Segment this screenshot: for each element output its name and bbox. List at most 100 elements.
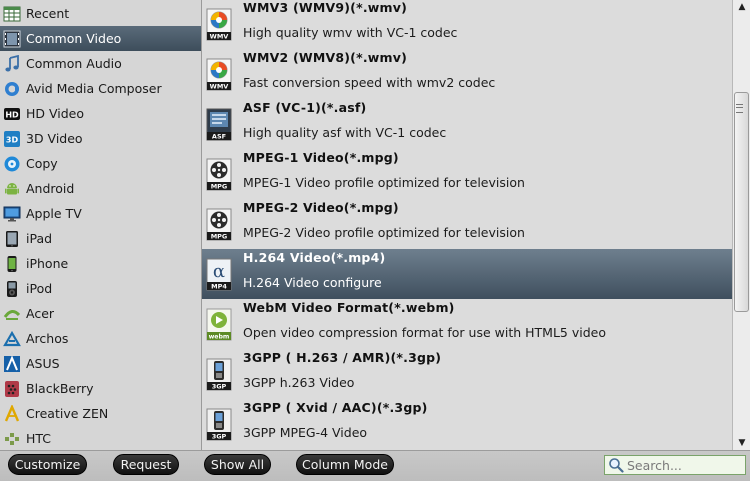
search-box[interactable] (604, 455, 746, 475)
sidebar-item[interactable]: BlackBerry (0, 376, 201, 401)
wmv-icon: WMV (206, 8, 232, 41)
bottom-toolbar: Customize Request Show All Column Mode (0, 450, 750, 481)
recent-grid-icon (3, 5, 21, 23)
sidebar-item[interactable]: Acer (0, 301, 201, 326)
format-description: 3GPP MPEG-4 Video (243, 425, 368, 440)
sidebar-item[interactable]: Common Video (0, 26, 201, 51)
creative-zen-icon (3, 404, 21, 423)
svg-text:MPG: MPG (211, 233, 228, 241)
format-title: MPEG-2 Video(*.mpg) (243, 200, 399, 215)
svg-text:3D: 3D (6, 135, 19, 144)
show-all-button[interactable]: Show All (204, 454, 271, 475)
sidebar-item-label: Acer (26, 306, 55, 321)
sidebar-item[interactable]: ASUS (0, 351, 201, 376)
copy-icon (3, 155, 21, 173)
ipod-icon (3, 280, 21, 298)
scroll-grip-icon (736, 104, 743, 113)
format-description: High quality wmv with VC-1 codec (243, 25, 458, 40)
sidebar-item[interactable]: Apple TV (0, 201, 201, 226)
format-list: WMV WMV3 (WMV9)(*.wmv) High quality wmv wi… (202, 0, 732, 450)
svg-text:MP4: MP4 (211, 283, 227, 291)
sidebar-item-label: 3D Video (26, 131, 83, 146)
format-title: 3GPP ( H.263 / AMR)(*.3gp) (243, 350, 442, 365)
webm-icon: webm (206, 308, 232, 341)
format-item[interactable]: 3GP 3GPP ( Xvid / AAC)(*.3gp) 3GPP MPEG-4 … (202, 399, 732, 449)
sidebar-item[interactable]: Common Audio (0, 51, 201, 76)
mpg-reel-icon: MPG (206, 158, 232, 191)
svg-text:3GP: 3GP (212, 383, 227, 391)
column-mode-button[interactable]: Column Mode (296, 454, 394, 475)
format-list-scrollbar[interactable]: ▲ ▼ (732, 0, 750, 450)
svg-text:3GP: 3GP (212, 433, 227, 441)
svg-text:ASF: ASF (212, 133, 226, 141)
sidebar-item-label: iPad (26, 231, 53, 246)
sidebar-item-label: Recent (26, 6, 70, 21)
search-input[interactable] (627, 457, 742, 473)
format-title: ASF (VC-1)(*.asf) (243, 100, 367, 115)
sidebar-item[interactable]: HTC (0, 426, 201, 450)
sidebar-item-label: iPod (26, 281, 53, 296)
format-description: H.264 Video configure (243, 275, 382, 290)
sidebar-item[interactable]: Recent (0, 1, 201, 26)
3gp-phone-icon: 3GP (206, 408, 232, 441)
scroll-up-arrow-icon[interactable]: ▲ (733, 0, 750, 14)
svg-text:WMV: WMV (210, 33, 229, 41)
asus-icon (3, 354, 21, 373)
3gp-phone-icon: 3GP (206, 358, 232, 391)
mp4-icon: α MP4 (206, 258, 232, 291)
3d-icon: 3D (3, 130, 21, 148)
format-item[interactable]: α MP4 H.264 Video(*.mp4) H.264 Video config… (202, 249, 732, 299)
sidebar-item-label: HD Video (26, 106, 85, 121)
sidebar-item-label: Copy (26, 156, 58, 171)
svg-text:webm: webm (209, 334, 230, 341)
format-title: 3GPP ( Xvid / AAC)(*.3gp) (243, 400, 428, 415)
svg-text:WMV: WMV (210, 83, 229, 91)
format-title: WMV3 (WMV9)(*.wmv) (243, 0, 408, 15)
scroll-down-arrow-icon[interactable]: ▼ (733, 436, 750, 450)
iphone-icon (3, 255, 21, 273)
format-item[interactable]: MPG MPEG-2 Video(*.mpg) MPEG-2 Video profi… (202, 199, 732, 249)
format-item[interactable]: WMV WMV2 (WMV8)(*.wmv) Fast conversion spe… (202, 49, 732, 99)
format-title: WMV2 (WMV8)(*.wmv) (243, 50, 408, 65)
sidebar-item[interactable]: HD HD Video (0, 101, 201, 126)
sidebar-item[interactable]: Copy (0, 151, 201, 176)
sidebar-item[interactable]: Android (0, 176, 201, 201)
sidebar-item[interactable]: iPad (0, 226, 201, 251)
hd-icon: HD (3, 105, 21, 123)
format-item[interactable]: WMV WMV3 (WMV9)(*.wmv) High quality wmv wi… (202, 0, 732, 49)
svg-text:MPG: MPG (211, 183, 228, 191)
format-description: MPEG-2 Video profile optimized for telev… (243, 225, 525, 240)
format-item[interactable]: 3GP 3GPP ( H.263 / AMR)(*.3gp) 3GPP h.263 … (202, 349, 732, 399)
sidebar-item-label: ASUS (26, 356, 60, 371)
scroll-thumb[interactable] (734, 92, 749, 312)
sidebar-item[interactable]: Creative ZEN (0, 401, 201, 426)
sidebar-item[interactable]: iPod (0, 276, 201, 301)
sidebar-item-label: HTC (26, 431, 52, 446)
request-button[interactable]: Request (113, 454, 179, 475)
sidebar-item-label: iPhone (26, 256, 69, 271)
sidebar-item-label: BlackBerry (26, 381, 94, 396)
format-description: 3GPP h.263 Video (243, 375, 355, 390)
acer-icon (3, 305, 21, 323)
asf-icon: ASF (206, 108, 232, 141)
avid-icon (3, 80, 21, 98)
sidebar-item-label: Avid Media Composer (26, 81, 162, 96)
format-title: MPEG-1 Video(*.mpg) (243, 150, 399, 165)
sidebar-item-label: Apple TV (26, 206, 82, 221)
sidebar-item-label: Common Audio (26, 56, 122, 71)
format-item[interactable]: MPG MPEG-1 Video(*.mpg) MPEG-1 Video profi… (202, 149, 732, 199)
svg-text:HD: HD (5, 110, 19, 119)
svg-text:α: α (213, 261, 225, 282)
format-title: H.264 Video(*.mp4) (243, 250, 386, 265)
sidebar-item[interactable]: 3D 3D Video (0, 126, 201, 151)
sidebar-item[interactable]: iPhone (0, 251, 201, 276)
sidebar-item[interactable]: Avid Media Composer (0, 76, 201, 101)
customize-button[interactable]: Customize (8, 454, 87, 475)
apple-tv-icon (3, 205, 21, 223)
sidebar-item[interactable]: Archos (0, 326, 201, 351)
format-item[interactable]: webm WebM Video Format(*.webm) Open video … (202, 299, 732, 349)
format-title: WebM Video Format(*.webm) (243, 300, 455, 315)
sidebar-item-label: Common Video (26, 31, 122, 46)
music-note-icon (3, 54, 21, 73)
format-item[interactable]: ASF ASF (VC-1)(*.asf) High quality asf wit… (202, 99, 732, 149)
